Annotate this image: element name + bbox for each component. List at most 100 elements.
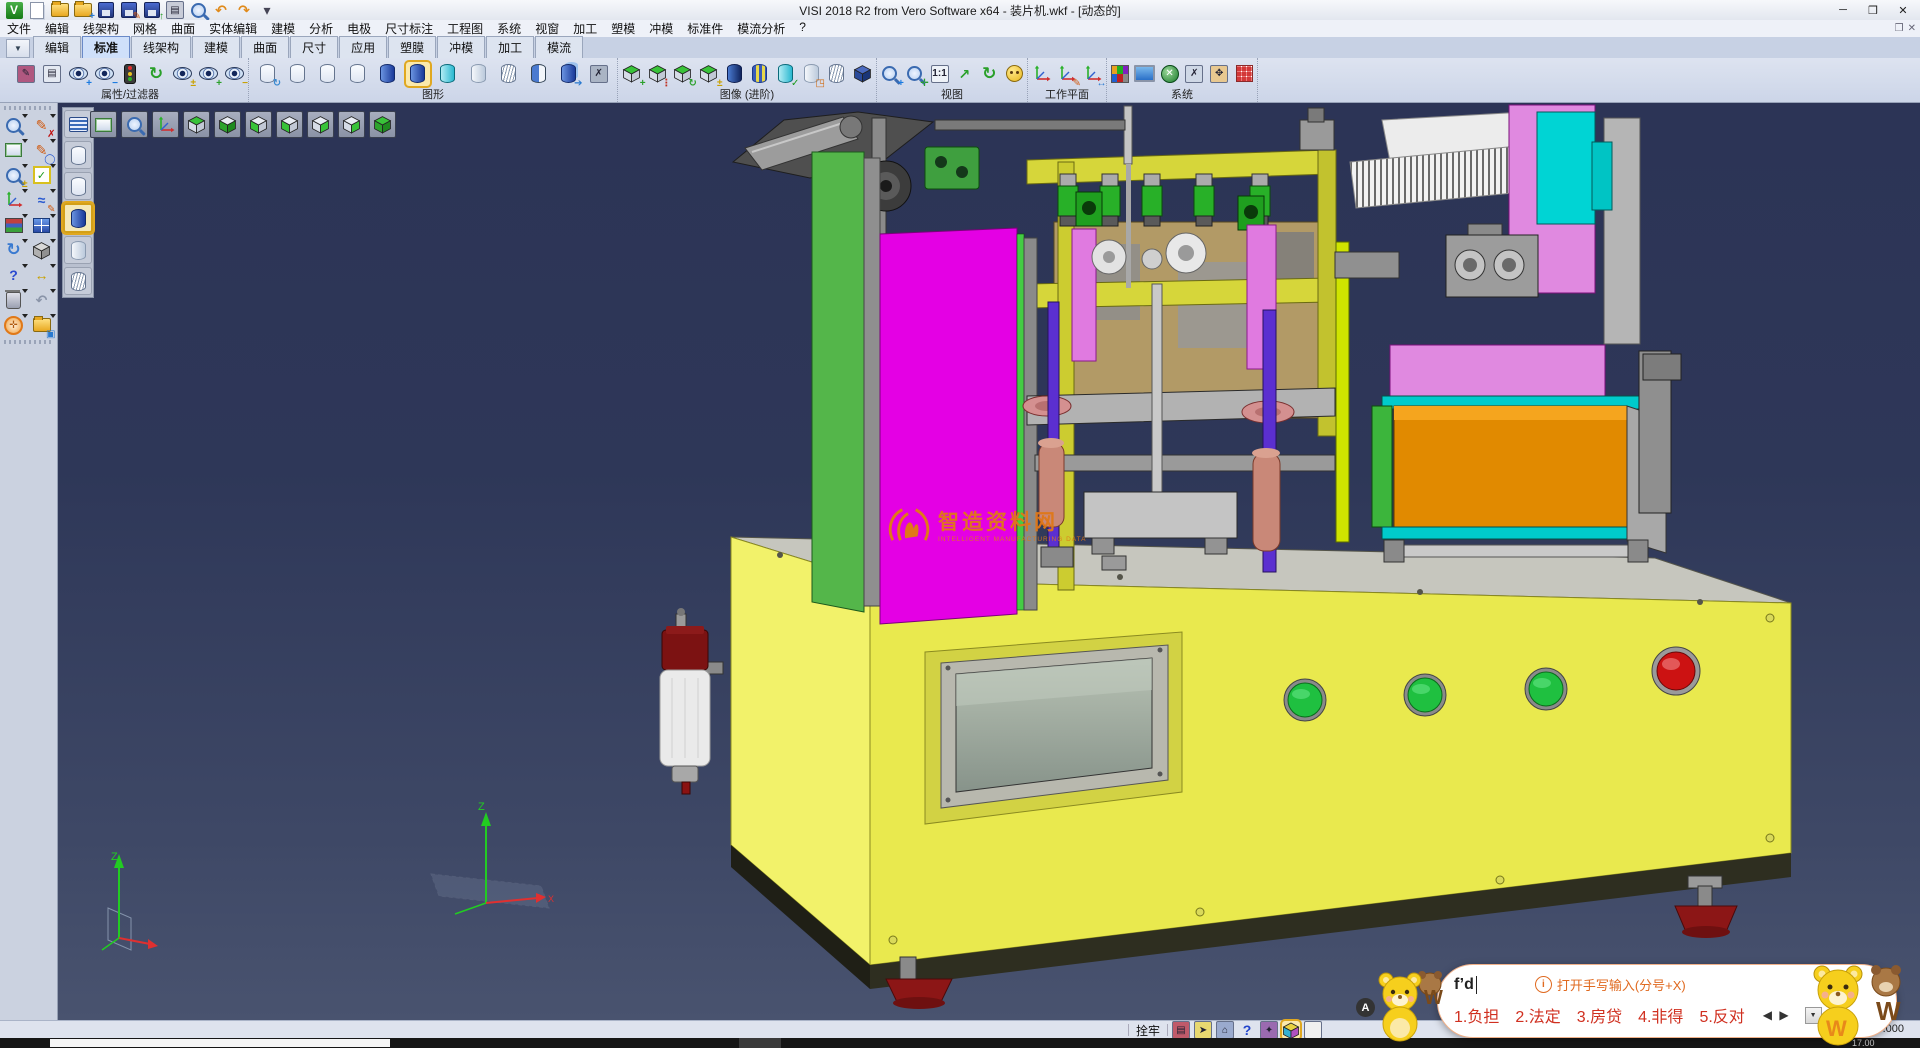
display-translucent[interactable] — [436, 62, 460, 86]
display-shaded[interactable] — [376, 62, 400, 86]
menu-标准件[interactable]: 标准件 — [680, 20, 730, 37]
display-settings[interactable] — [1133, 62, 1157, 86]
tab-塑膜[interactable]: 塑膜 — [388, 36, 436, 58]
view-axes-iso[interactable] — [152, 111, 179, 138]
ime-composition[interactable]: f’d — [1454, 976, 1477, 994]
window-layout[interactable] — [30, 213, 54, 237]
show-elements-add[interactable]: + — [66, 62, 90, 86]
menu-曲面[interactable]: 曲面 — [164, 20, 202, 37]
menu-模流分析[interactable]: 模流分析 — [730, 20, 792, 37]
solids-filter-traffic[interactable]: ⋮ — [645, 62, 669, 86]
status-help[interactable]: ? — [1238, 1021, 1256, 1039]
solid-verify[interactable]: ✓ — [773, 62, 797, 86]
menu-视窗[interactable]: 视窗 — [528, 20, 566, 37]
menu-编辑[interactable]: 编辑 — [38, 20, 76, 37]
display-copy[interactable]: ➔ — [557, 62, 581, 86]
save-as[interactable]: ✎ — [119, 1, 139, 19]
layer-settings[interactable]: ✗ — [1182, 62, 1206, 86]
hide-elements-subtract[interactable]: − — [92, 62, 116, 86]
redo[interactable]: ↷ — [234, 1, 254, 19]
tab-建模[interactable]: 建模 — [192, 36, 240, 58]
display-hidden-line[interactable] — [315, 62, 339, 86]
ime-candidate[interactable]: 5.反对 — [1699, 1003, 1744, 1027]
solid-shaded[interactable] — [722, 62, 746, 86]
undo-step[interactable]: ↶ — [30, 288, 54, 312]
preview-zoom[interactable] — [188, 1, 208, 19]
status-package[interactable]: ✦ — [1260, 1021, 1278, 1039]
insert-picture-folder[interactable]: ▣ — [30, 313, 54, 337]
menu-尺寸标注[interactable]: 尺寸标注 — [378, 20, 440, 37]
zoom-in[interactable]: + — [878, 62, 902, 86]
strip-flat[interactable] — [64, 236, 92, 264]
menu-系统[interactable]: 系统 — [490, 20, 528, 37]
status-glove[interactable] — [1304, 1021, 1322, 1039]
spline-edit[interactable]: ≈✎ — [30, 188, 54, 212]
zoom-scale-1-1[interactable]: 1:1 — [928, 62, 952, 86]
measure-dimension[interactable]: ↔ — [30, 263, 54, 287]
workplane-edit[interactable]: ✎ — [1055, 62, 1079, 86]
show-all[interactable]: + — [196, 62, 220, 86]
tab-加工[interactable]: 加工 — [486, 36, 534, 58]
child-close-button[interactable]: ✕ — [1908, 23, 1916, 34]
draw-sketch-pencil[interactable]: ✎◯ — [30, 138, 54, 162]
status-cube-colored[interactable] — [1282, 1021, 1300, 1039]
move-origin-axes[interactable] — [2, 188, 26, 212]
regenerate-wireframe[interactable]: ↻ — [255, 62, 279, 86]
select-window[interactable] — [2, 138, 26, 162]
view-direction-arrow[interactable]: ↗ — [952, 62, 976, 86]
tab-编辑[interactable]: 编辑 — [33, 36, 81, 58]
selection-filter-traffic-light[interactable] — [118, 62, 142, 86]
attribute-library[interactable] — [2, 213, 26, 237]
zoom-extents[interactable]: ✛ — [903, 62, 927, 86]
view-top[interactable] — [183, 111, 210, 138]
visi-logo[interactable]: V — [4, 1, 24, 19]
zoom-window[interactable]: ± — [2, 163, 26, 187]
view-back[interactable] — [338, 111, 365, 138]
strip-shaded[interactable] — [63, 203, 93, 233]
tab-冲模[interactable]: 冲模 — [437, 36, 485, 58]
child-restore-button[interactable]: ❒ — [1895, 23, 1904, 34]
view-zoom-dynamic[interactable] — [121, 111, 148, 138]
ime-next-page-button[interactable]: ▶ — [1779, 1008, 1790, 1022]
solid-hatched[interactable] — [825, 62, 849, 86]
grid-settings[interactable] — [1232, 62, 1256, 86]
tab-模流[interactable]: 模流 — [535, 36, 583, 58]
ime-candidate[interactable]: 4.非得 — [1638, 1003, 1683, 1027]
erase-edit-pencil[interactable]: ✎✗ — [30, 113, 54, 137]
export-save[interactable]: ↑ — [142, 1, 162, 19]
view-right[interactable] — [307, 111, 334, 138]
system-options-globe[interactable]: ✕ — [1158, 62, 1182, 86]
view-front[interactable] — [276, 111, 303, 138]
tab-标准[interactable]: 标准 — [82, 36, 130, 58]
menu-实体编辑[interactable]: 实体编辑 — [202, 20, 264, 37]
lock-toggle[interactable]: 拴牢 — [1133, 1022, 1163, 1039]
status-snap[interactable]: ⌂ — [1216, 1021, 1234, 1039]
strip-menu[interactable] — [64, 110, 92, 138]
zoom-dynamic[interactable] — [2, 113, 26, 137]
strip-hatched[interactable] — [64, 267, 92, 295]
view-from-face[interactable] — [1002, 62, 1026, 86]
refresh-filter[interactable]: ↻ — [144, 62, 168, 86]
display-mixed[interactable] — [526, 62, 550, 86]
ime-candidate[interactable]: 2.法定 — [1515, 1003, 1560, 1027]
menu-网格[interactable]: 网格 — [126, 20, 164, 37]
toolbar-grip[interactable] — [4, 340, 53, 344]
viewport-3d[interactable]: Z Z X — [58, 103, 1920, 1020]
print[interactable]: ▤ — [165, 1, 185, 19]
view-fit[interactable] — [90, 111, 117, 138]
redraw-refresh[interactable]: ↻ — [2, 238, 26, 262]
solids-toggle[interactable]: ± — [697, 62, 721, 86]
close-button[interactable]: ✕ — [1888, 0, 1918, 20]
solids-refresh[interactable]: ↻ — [671, 62, 695, 86]
menu-线架构[interactable]: 线架构 — [76, 20, 126, 37]
menu-塑模[interactable]: 塑模 — [604, 20, 642, 37]
new-document[interactable] — [27, 1, 47, 19]
view-rotate[interactable]: ↻ — [977, 62, 1001, 86]
customize-toolbar-dropdown[interactable]: ▾ — [257, 1, 277, 19]
tab-尺寸[interactable]: 尺寸 — [290, 36, 338, 58]
command-input-strip[interactable] — [50, 1039, 390, 1047]
display-hatched[interactable] — [496, 62, 520, 86]
tab-应用[interactable]: 应用 — [339, 36, 387, 58]
show-hide-toggle[interactable]: ± — [170, 62, 194, 86]
context-help[interactable]: ? — [2, 263, 26, 287]
